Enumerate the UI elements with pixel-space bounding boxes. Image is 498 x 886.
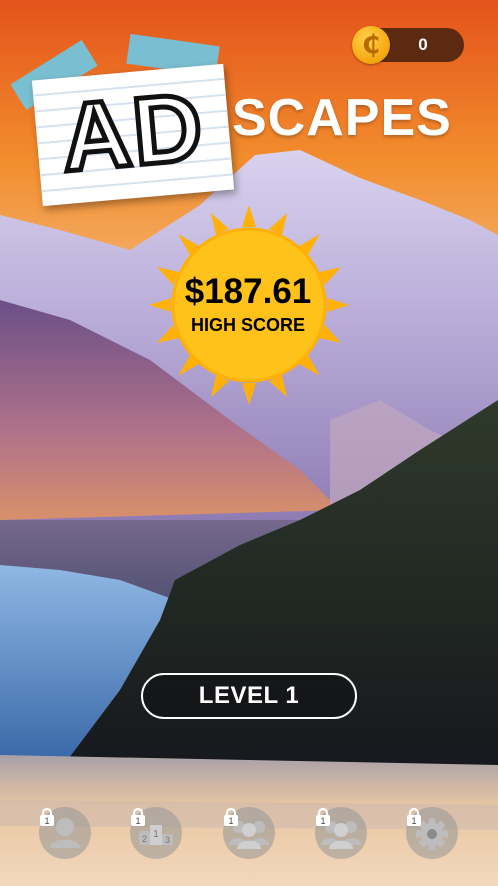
lock-icon: 1 xyxy=(224,807,238,826)
lock-badge: 1 xyxy=(320,816,325,826)
lock-badge: 1 xyxy=(411,816,416,826)
lock-badge: 1 xyxy=(44,816,49,826)
game-screen: ₵ 0 AD SCAPES $187.61 HIGH SCORE LEVEL 1… xyxy=(0,0,498,886)
lock-icon: 1 xyxy=(316,807,330,826)
settings-button[interactable]: 1 xyxy=(406,807,458,859)
profile-button[interactable]: 1 xyxy=(39,807,91,859)
friends-button[interactable]: 1 xyxy=(223,807,275,859)
lock-icon: 1 xyxy=(40,807,54,826)
high-score-display: $187.61 HIGH SCORE xyxy=(172,272,324,336)
community-button[interactable]: 1 xyxy=(315,807,367,859)
high-score-label: HIGH SCORE xyxy=(190,315,305,335)
sun-icon xyxy=(149,205,349,405)
lock-badge: 1 xyxy=(228,816,233,826)
podium-second-number: 2 xyxy=(142,834,147,844)
lock-icon: 1 xyxy=(131,807,145,826)
high-score-value: $187.61 xyxy=(184,272,312,311)
level-1-button[interactable]: LEVEL 1 xyxy=(141,673,357,719)
leaderboard-button[interactable]: 2 1 3 1 xyxy=(130,807,182,859)
podium-first-number: 1 xyxy=(153,829,159,840)
lock-badge: 1 xyxy=(135,816,140,826)
lock-icon: 1 xyxy=(407,807,421,826)
podium-third-number: 3 xyxy=(165,835,170,845)
